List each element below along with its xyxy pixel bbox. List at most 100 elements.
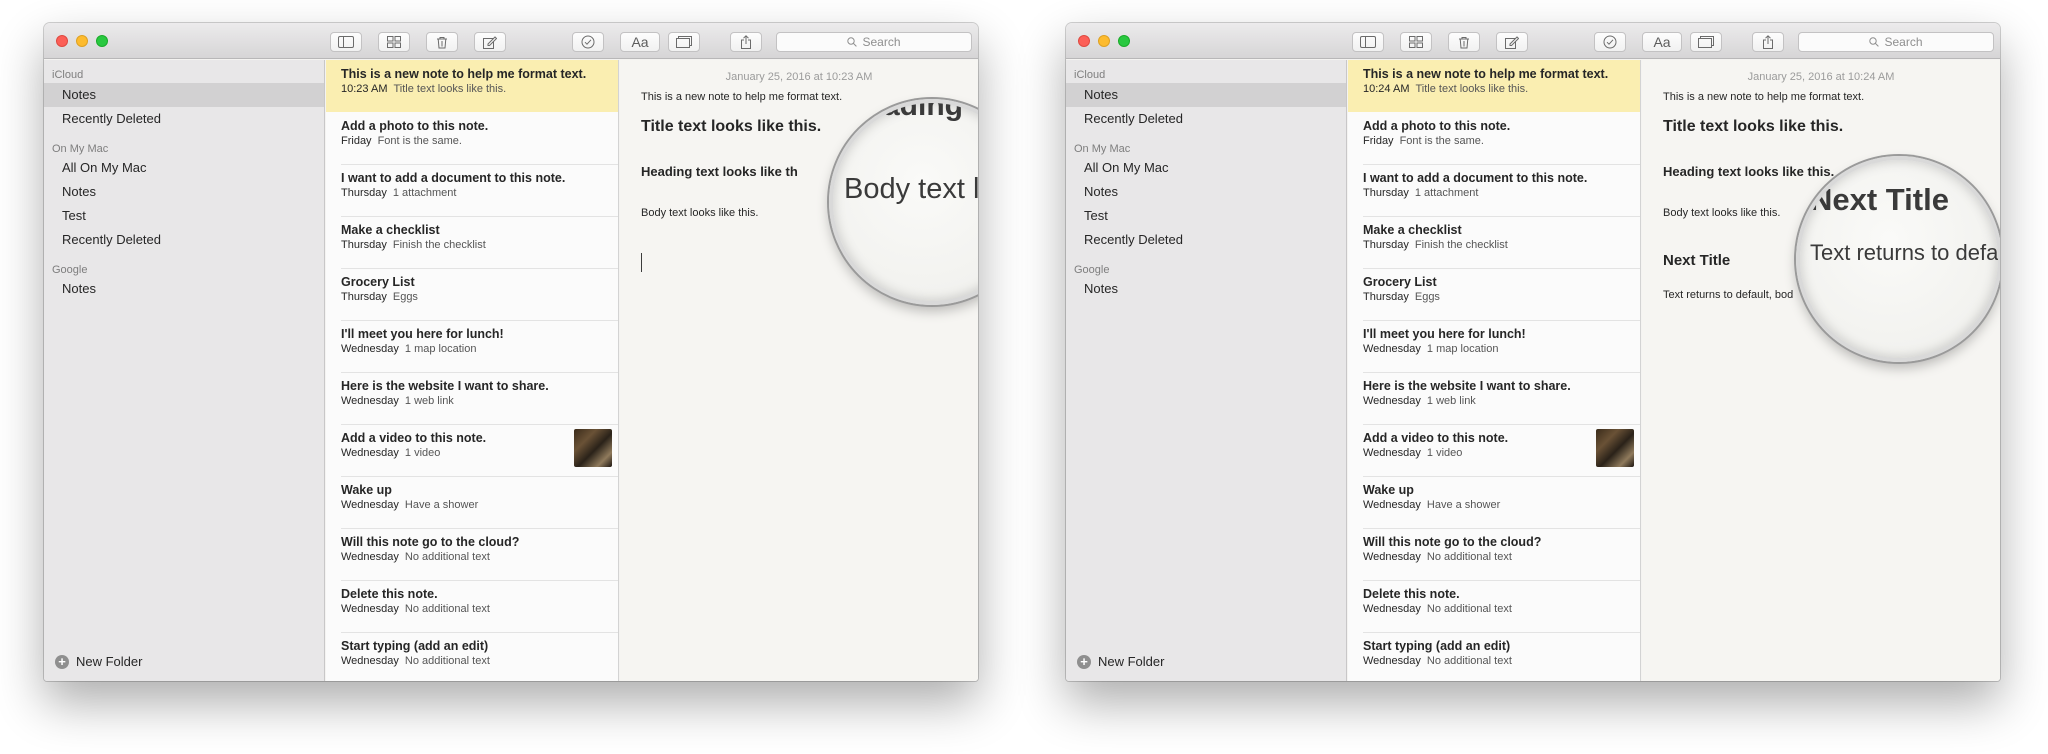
notes-list: This is a new note to help me format tex…	[1348, 60, 1641, 681]
note-row[interactable]: Grocery List Thursday Eggs	[326, 268, 618, 320]
note-title-text: Title text looks like this.	[1663, 118, 1844, 135]
minimize-window-button[interactable]	[1098, 35, 1110, 47]
delete-note-button[interactable]	[1448, 32, 1480, 52]
note-row[interactable]: Wake up Wednesday Have a shower	[326, 476, 618, 528]
attachments-view-button[interactable]	[378, 32, 410, 52]
checklist-button[interactable]	[1594, 32, 1626, 52]
note-row[interactable]: Wake up Wednesday Have a shower	[1348, 476, 1640, 528]
note-row[interactable]: I'll meet you here for lunch! Wednesday 1 …	[326, 320, 618, 372]
minimize-window-button[interactable]	[76, 35, 88, 47]
note-date: Wednesday	[1363, 655, 1421, 667]
note-date: Thursday	[341, 187, 387, 199]
note-row[interactable]: Add a video to this note. Wednesday 1 vide…	[326, 424, 618, 476]
note-date: Wednesday	[341, 655, 399, 667]
note-preview: Finish the checklist	[392, 239, 486, 251]
share-button[interactable]	[1752, 32, 1784, 52]
note-row[interactable]: Will this note go to the cloud? Wednesday…	[326, 528, 618, 580]
note-preview: No additional text	[1426, 551, 1512, 563]
sidebar-item-all-on-my-mac[interactable]: All On My Mac	[1066, 156, 1346, 180]
note-row[interactable]: Here is the website I want to share. Wedn…	[326, 372, 618, 424]
note-preview: No additional text	[404, 551, 490, 563]
sidebar-toggle-button[interactable]	[1352, 32, 1384, 52]
sidebar-item-mac-recently-deleted[interactable]: Recently Deleted	[1066, 228, 1346, 252]
new-folder-label: New Folder	[76, 654, 143, 669]
compose-icon	[483, 35, 497, 49]
note-row[interactable]: Here is the website I want to share. Wedn…	[1348, 372, 1640, 424]
note-preview: 1 attachment	[392, 187, 457, 199]
note-title: Make a checklist	[341, 223, 440, 237]
attachments-view-button[interactable]	[1400, 32, 1432, 52]
sidebar-item-test[interactable]: Test	[44, 204, 324, 228]
note-editor[interactable]: January 25, 2016 at 10:24 AM This is a n…	[1642, 60, 2000, 681]
compose-note-button[interactable]	[474, 32, 506, 52]
note-date: Wednesday	[1363, 603, 1421, 615]
sidebar-item-mac-recently-deleted[interactable]: Recently Deleted	[44, 228, 324, 252]
zoom-window-button[interactable]	[1118, 35, 1130, 47]
note-row[interactable]: I want to add a document to this note. Th…	[1348, 164, 1640, 216]
folder-sidebar: iCloud Notes Recently Deleted On My Mac …	[44, 60, 325, 681]
sidebar-item-icloud-notes[interactable]: Notes	[1066, 83, 1346, 107]
note-row[interactable]: Make a checklist Thursday Finish the check…	[1348, 216, 1640, 268]
format-button[interactable]: Aa	[620, 32, 660, 52]
text-caret	[641, 253, 642, 272]
note-date: Wednesday	[341, 447, 399, 459]
note-preview: Eggs	[1414, 291, 1440, 303]
note-returns-text: Text returns to default, bod	[1663, 289, 1794, 301]
checklist-button[interactable]	[572, 32, 604, 52]
sidebar-item-recently-deleted[interactable]: Recently Deleted	[1066, 107, 1346, 131]
note-row[interactable]: Delete this note. Wednesday No additional …	[1348, 580, 1640, 632]
note-row[interactable]: Add a photo to this note. Friday Font is t…	[326, 112, 618, 164]
note-date: Friday	[1363, 135, 1394, 147]
sidebar-item-google-notes[interactable]: Notes	[44, 277, 324, 301]
note-row[interactable]: Grocery List Thursday Eggs	[1348, 268, 1640, 320]
delete-note-button[interactable]	[426, 32, 458, 52]
note-title: I want to add a document to this note.	[1363, 171, 1588, 185]
note-title: Will this note go to the cloud?	[341, 535, 520, 549]
note-row[interactable]: Start typing (add an edit) Wednesday No ad…	[326, 632, 618, 681]
format-button[interactable]: Aa	[1642, 32, 1682, 52]
note-title: Delete this note.	[1363, 587, 1460, 601]
zoom-window-button[interactable]	[96, 35, 108, 47]
note-title: Add a photo to this note.	[1363, 119, 1511, 133]
search-field[interactable]: Search	[1798, 32, 1994, 52]
sidebar-item-icloud-notes[interactable]: Notes	[44, 83, 324, 107]
share-icon	[741, 35, 751, 49]
attachment-browser-button[interactable]	[668, 32, 700, 52]
search-placeholder: Search	[862, 35, 901, 49]
note-row[interactable]: This is a new note to help me format tex…	[1348, 60, 1640, 112]
close-window-button[interactable]	[1078, 35, 1090, 47]
note-row[interactable]: I'll meet you here for lunch! Wednesday 1 …	[1348, 320, 1640, 372]
sidebar-toggle-button[interactable]	[330, 32, 362, 52]
video-thumbnail	[574, 429, 612, 467]
attachment-browser-button[interactable]	[1690, 32, 1722, 52]
search-field[interactable]: Search	[776, 32, 972, 52]
new-folder-button[interactable]: + New Folder	[1077, 654, 1164, 669]
sidebar-item-recently-deleted[interactable]: Recently Deleted	[44, 107, 324, 131]
note-row[interactable]: Add a video to this note. Wednesday 1 vide…	[1348, 424, 1640, 476]
sidebar-item-all-on-my-mac[interactable]: All On My Mac	[44, 156, 324, 180]
note-row[interactable]: I want to add a document to this note. Th…	[326, 164, 618, 216]
note-row[interactable]: Add a photo to this note. Friday Font is t…	[1348, 112, 1640, 164]
sidebar-toggle-icon	[1360, 36, 1376, 48]
sidebar-item-test[interactable]: Test	[1066, 204, 1346, 228]
new-folder-button[interactable]: + New Folder	[55, 654, 142, 669]
note-row[interactable]: This is a new note to help me format tex…	[326, 60, 618, 112]
compose-note-button[interactable]	[1496, 32, 1528, 52]
share-button[interactable]	[730, 32, 762, 52]
note-editor[interactable]: January 25, 2016 at 10:23 AM This is a n…	[620, 60, 978, 681]
sidebar-item-google-notes[interactable]: Notes	[1066, 277, 1346, 301]
section-header-on-my-mac: On My Mac	[52, 143, 109, 155]
note-row[interactable]: Will this note go to the cloud? Wednesday…	[1348, 528, 1640, 580]
close-window-button[interactable]	[56, 35, 68, 47]
magnified-body-text: Text returns to defau	[1810, 240, 2000, 265]
attachment-browser-icon	[676, 36, 692, 48]
note-heading-text: Heading text looks like this.	[1663, 164, 1835, 179]
sidebar-item-mac-notes[interactable]: Notes	[1066, 180, 1346, 204]
note-date: Thursday	[341, 291, 387, 303]
note-row[interactable]: Make a checklist Thursday Finish the check…	[326, 216, 618, 268]
note-date: Wednesday	[1363, 447, 1421, 459]
note-row[interactable]: Delete this note. Wednesday No additional …	[326, 580, 618, 632]
note-row[interactable]: Start typing (add an edit) Wednesday No ad…	[1348, 632, 1640, 681]
sidebar-item-mac-notes[interactable]: Notes	[44, 180, 324, 204]
note-title: Add a photo to this note.	[341, 119, 489, 133]
